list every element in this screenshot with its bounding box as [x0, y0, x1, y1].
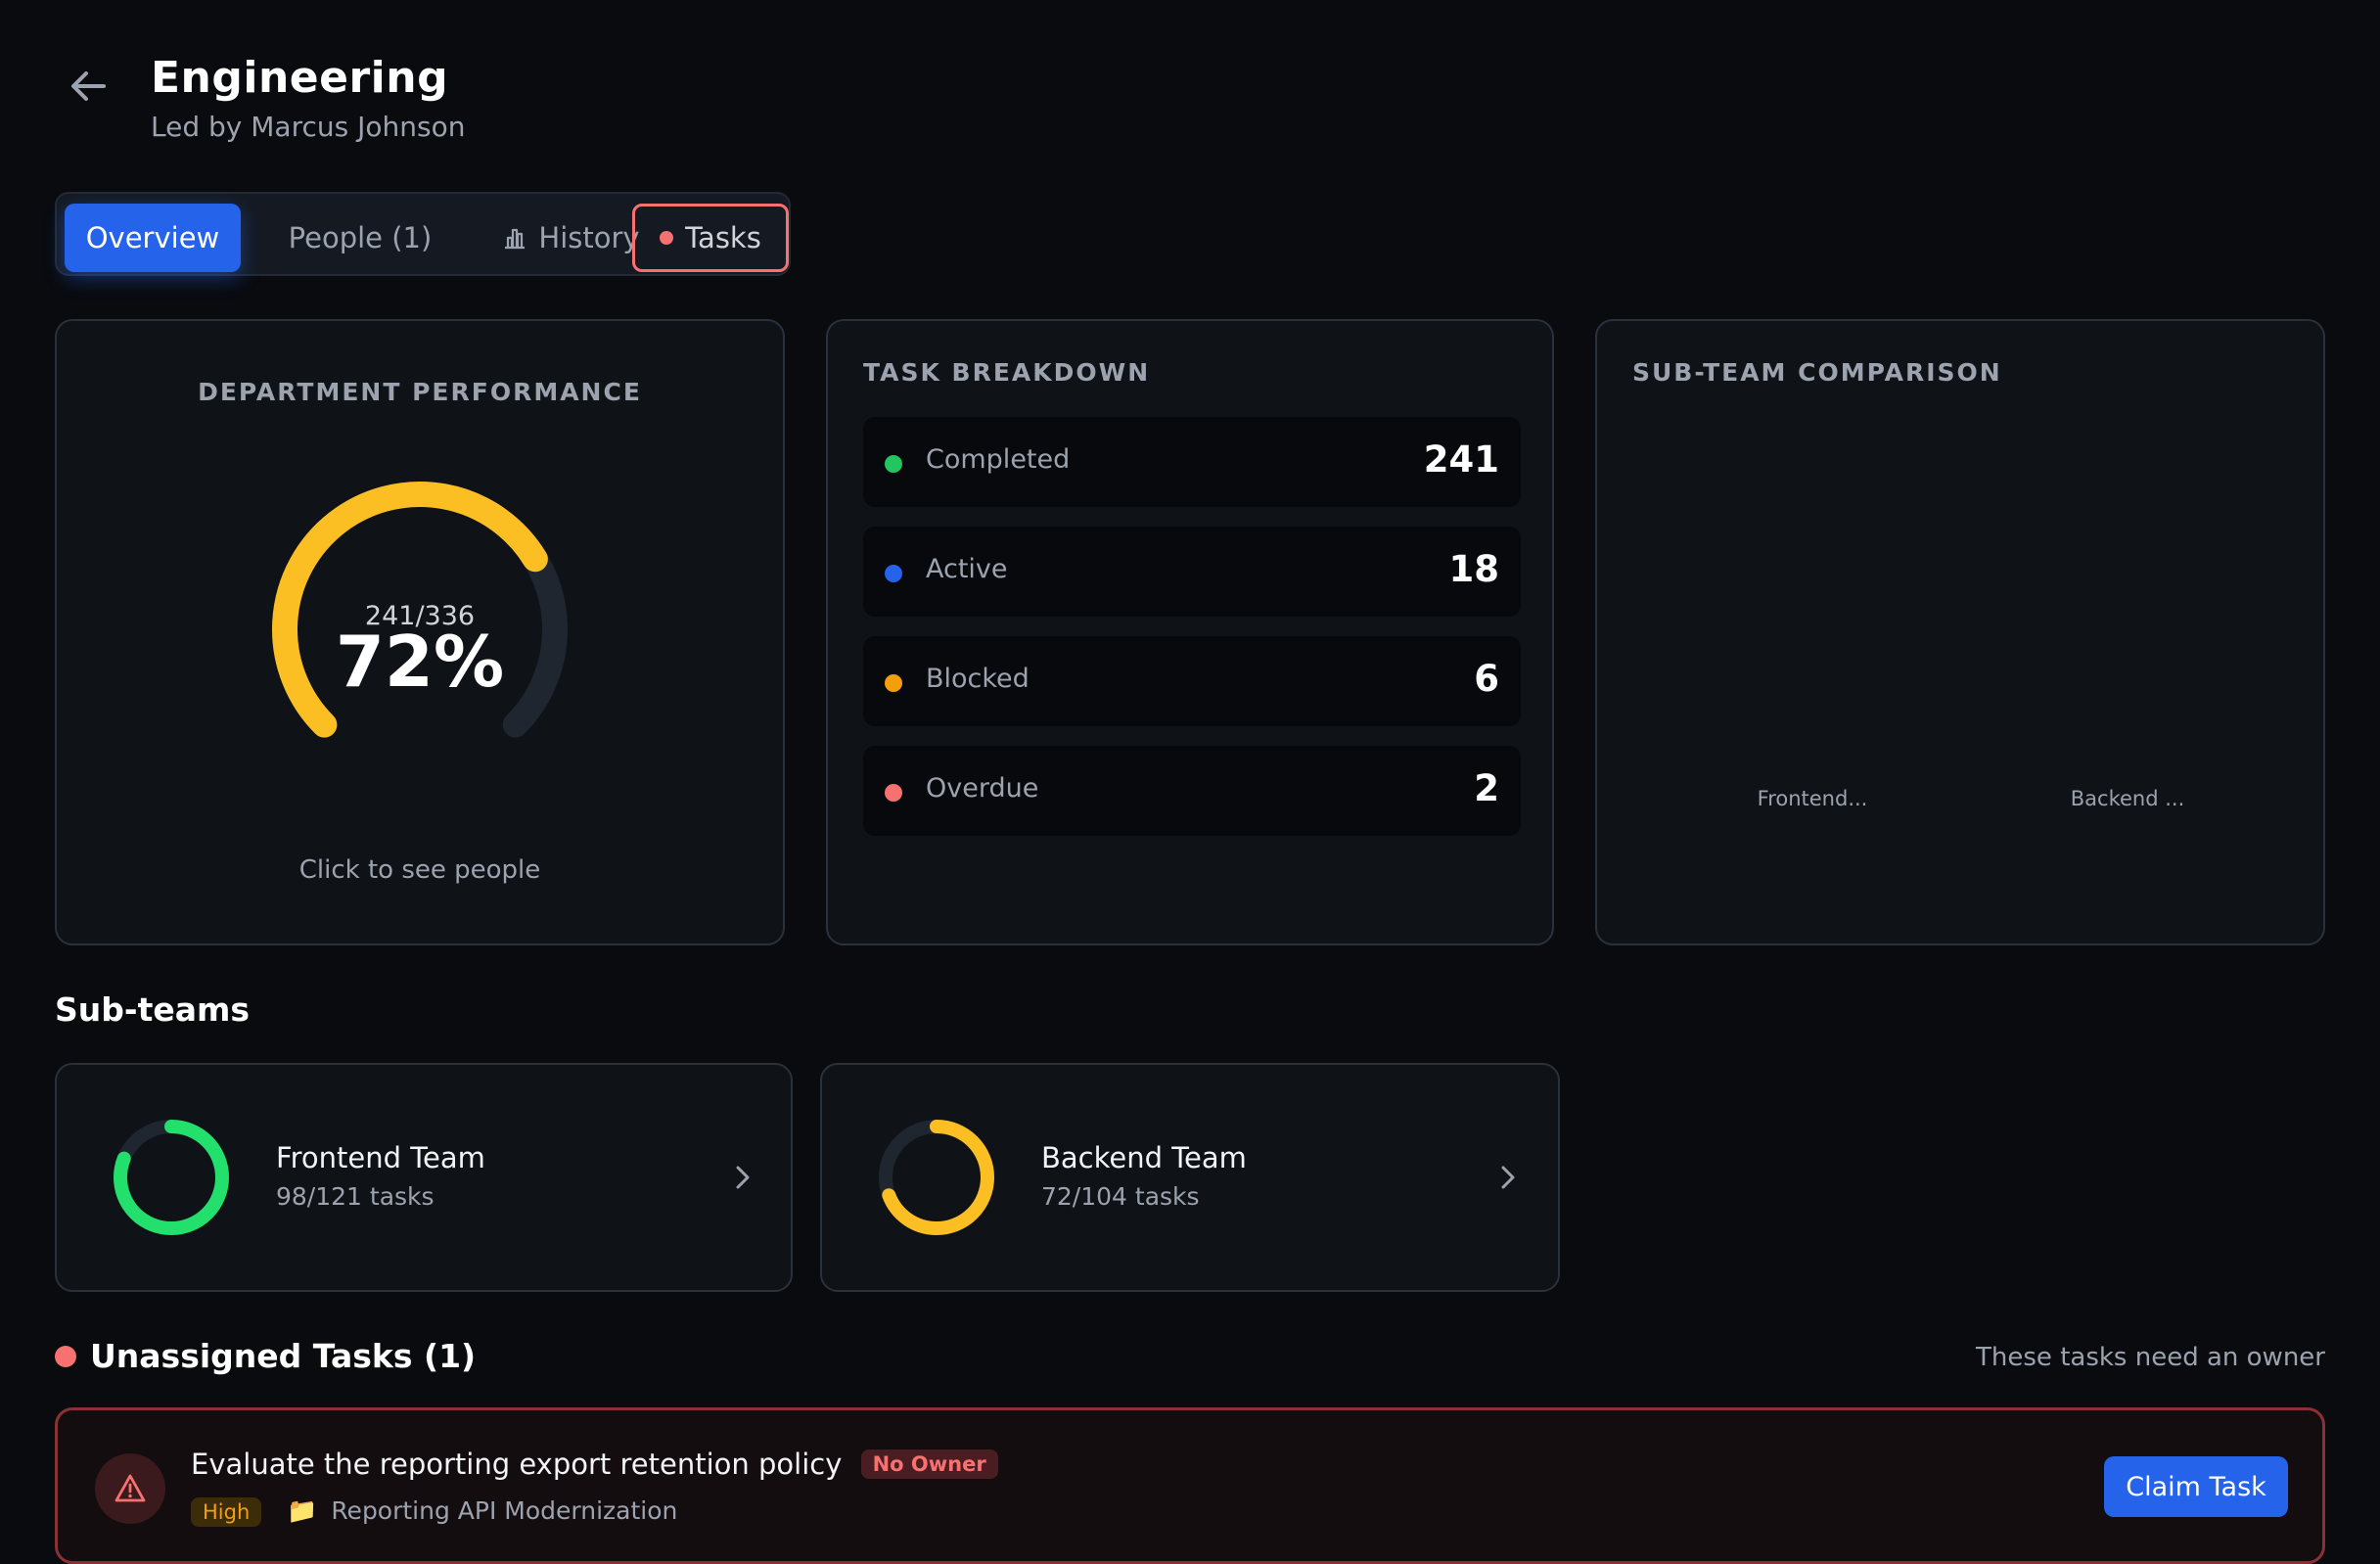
folder-icon: 📁	[287, 1496, 318, 1525]
card-title: DEPARTMENT PERFORMANCE	[198, 378, 642, 406]
team-task-count: 98/121 tasks	[276, 1182, 435, 1211]
tab-label: Overview	[85, 221, 220, 254]
status-dot	[885, 784, 902, 802]
status-dot	[885, 455, 902, 473]
tab-label: People (1)	[288, 221, 433, 254]
comparison-label-frontend: Frontend...	[1757, 787, 1868, 810]
status-dot	[885, 674, 902, 692]
stat-value: 2	[1474, 767, 1499, 809]
progress-ring	[879, 1120, 994, 1235]
task-title-row: Evaluate the reporting export retention …	[191, 1448, 998, 1481]
unassigned-task-card[interactable]: Evaluate the reporting export retention …	[55, 1407, 2325, 1564]
stat-label: Completed	[926, 444, 1071, 475]
alert-dot	[660, 231, 674, 245]
chevron-right-icon	[736, 1166, 750, 1189]
subteam-comparison-card: SUB-TEAM COMPARISON Frontend... Backend …	[1595, 319, 2325, 945]
tab-label: Tasks	[685, 221, 761, 254]
stat-row-blocked[interactable]: Blocked 6	[863, 636, 1521, 726]
stat-label: Blocked	[926, 664, 1030, 694]
stat-value: 18	[1448, 548, 1500, 590]
back-button[interactable]	[63, 61, 114, 112]
task-meta-row: High 📁 Reporting API Modernization	[191, 1496, 677, 1527]
stat-value: 241	[1423, 438, 1499, 481]
subteam-card-backend[interactable]: Backend Team 72/104 tasks	[820, 1063, 1560, 1292]
warning-triangle-icon	[114, 1474, 146, 1502]
task-title: Evaluate the reporting export retention …	[191, 1448, 843, 1481]
page-subtitle: Led by Marcus Johnson	[151, 111, 466, 143]
task-breakdown-card: TASK BREAKDOWN Completed 241 Active 18 B…	[826, 319, 1554, 945]
tab-tasks[interactable]: Tasks	[632, 204, 789, 272]
gauge-percent: 72%	[335, 621, 505, 703]
priority-badge: High	[191, 1497, 262, 1527]
team-task-count: 72/104 tasks	[1041, 1182, 1200, 1211]
arrow-left-icon	[71, 71, 106, 101]
warning-badge	[95, 1453, 165, 1524]
team-name: Backend Team	[1041, 1141, 1247, 1174]
section-title-unassigned: Unassigned Tasks (1)	[90, 1337, 477, 1375]
subteam-card-frontend[interactable]: Frontend Team 98/121 tasks	[55, 1063, 793, 1292]
page-title: Engineering	[151, 53, 449, 103]
team-name: Frontend Team	[276, 1141, 485, 1174]
no-owner-badge: No Owner	[860, 1449, 998, 1479]
card-title: TASK BREAKDOWN	[863, 358, 1151, 387]
stat-row-completed[interactable]: Completed 241	[863, 417, 1521, 507]
performance-card[interactable]: DEPARTMENT PERFORMANCE 241/336 72% Click…	[55, 319, 785, 945]
stat-row-active[interactable]: Active 18	[863, 527, 1521, 617]
bar-chart-icon	[505, 228, 526, 250]
tab-label: History	[538, 221, 640, 254]
stat-value: 6	[1474, 658, 1499, 700]
progress-ring	[114, 1120, 229, 1235]
stat-label: Overdue	[926, 773, 1039, 804]
tab-bar: Overview People (1) History Tasks	[55, 192, 791, 276]
status-dot	[885, 565, 902, 582]
project-name: Reporting API Modernization	[331, 1496, 678, 1525]
unassigned-note: These tasks need an owner	[1976, 1343, 2325, 1372]
performance-hint: Click to see people	[298, 855, 541, 885]
card-title: SUB-TEAM COMPARISON	[1632, 358, 2002, 387]
claim-task-button[interactable]: Claim Task	[2104, 1456, 2288, 1517]
stat-row-overdue[interactable]: Overdue 2	[863, 746, 1521, 836]
chevron-right-icon	[1501, 1166, 1515, 1189]
tab-overview[interactable]: Overview	[65, 204, 241, 272]
stat-label: Active	[926, 554, 1008, 584]
tab-people[interactable]: People (1)	[252, 204, 468, 272]
section-title-subteams: Sub-teams	[55, 990, 251, 1029]
comparison-label-backend: Backend ...	[2070, 787, 2185, 810]
alert-dot	[55, 1346, 76, 1367]
